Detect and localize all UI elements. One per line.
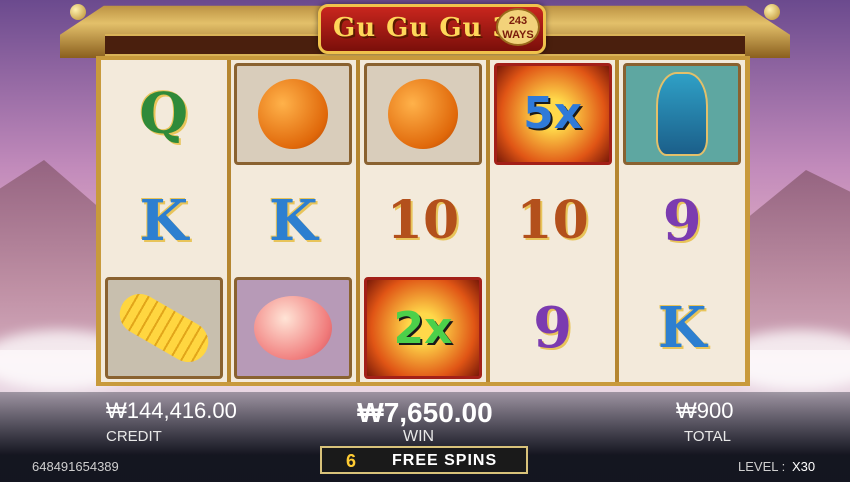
symbol-9: 9	[662, 187, 702, 254]
symbol-k: K	[657, 295, 707, 362]
reel-cell: K	[619, 275, 745, 382]
logo-title: Gu Gu Gu 3	[333, 13, 512, 43]
reel-cell: 5x	[490, 60, 616, 167]
roof-orb	[764, 4, 780, 20]
multiplier-value: 5x	[523, 88, 583, 140]
symbol-10: 10	[516, 190, 589, 252]
peach-tile	[234, 277, 353, 380]
symbol-9: 9	[533, 295, 573, 362]
temple-right	[740, 170, 850, 350]
win-value: ₩7,650.00	[357, 397, 493, 428]
orange-icon	[387, 78, 458, 149]
multiplier-tile: 2x	[363, 277, 482, 380]
symbol-k: K	[139, 187, 189, 254]
multiplier-tile: 5x	[493, 62, 612, 165]
reel-cell: 2x	[360, 275, 486, 382]
orange-tile	[234, 62, 353, 165]
reel-cell: Q	[101, 60, 227, 167]
free-spins-count: 6	[346, 451, 357, 471]
vase-tile	[623, 62, 742, 165]
symbol-10: 10	[386, 190, 460, 252]
reel-cell: 9	[490, 275, 616, 382]
reel-2: K	[230, 60, 357, 382]
reel-cell: K	[101, 167, 227, 274]
reel-1: QK	[101, 60, 227, 382]
game-id: 648491654389	[32, 459, 119, 474]
reel-cell: 9	[619, 167, 745, 274]
roof-orb	[70, 4, 86, 20]
vase-icon	[656, 71, 709, 156]
corn-tile	[104, 277, 223, 380]
level-value: X30	[792, 459, 816, 474]
reel-cell	[619, 60, 745, 167]
peach-icon	[254, 296, 333, 361]
reel-grid: Q K K 10 2x 5x 10 9 9 K	[101, 60, 745, 382]
symbol-q: Q	[139, 80, 189, 147]
credit-label: CREDIT	[106, 428, 162, 445]
symbol-k: K	[269, 187, 318, 254]
reel-cell	[360, 60, 486, 167]
total-bet-value: ₩900	[676, 398, 734, 423]
reel-cell: 10	[490, 167, 616, 274]
reel-cell	[231, 275, 357, 382]
free-spins-label: FREE SPINS	[392, 452, 498, 469]
orange-tile	[363, 62, 482, 165]
ways-number: 243	[508, 15, 528, 27]
reel-cell: 10	[360, 167, 486, 274]
ways-badge: 243 WAYS	[496, 8, 540, 46]
ways-label: WAYS	[502, 29, 534, 41]
level-label: LEVEL :	[738, 459, 786, 474]
temple-left	[0, 160, 110, 350]
orange-icon	[258, 78, 329, 149]
reel-cell	[231, 60, 357, 167]
reel-cell: K	[231, 167, 357, 274]
reel-3: 10 2x	[360, 60, 486, 382]
free-spins-counter: 6 FREE SPINS	[320, 446, 528, 474]
reel-5: 9K	[619, 60, 745, 382]
multiplier-value: 2x	[393, 302, 453, 354]
corn-icon	[112, 286, 216, 370]
reel-4: 5x 10 9	[489, 60, 616, 382]
reel-cell	[101, 275, 227, 382]
total-bet-label: TOTAL	[684, 428, 731, 445]
win-label: WIN	[403, 428, 435, 445]
credit-value: ₩144,416.00	[106, 398, 237, 423]
